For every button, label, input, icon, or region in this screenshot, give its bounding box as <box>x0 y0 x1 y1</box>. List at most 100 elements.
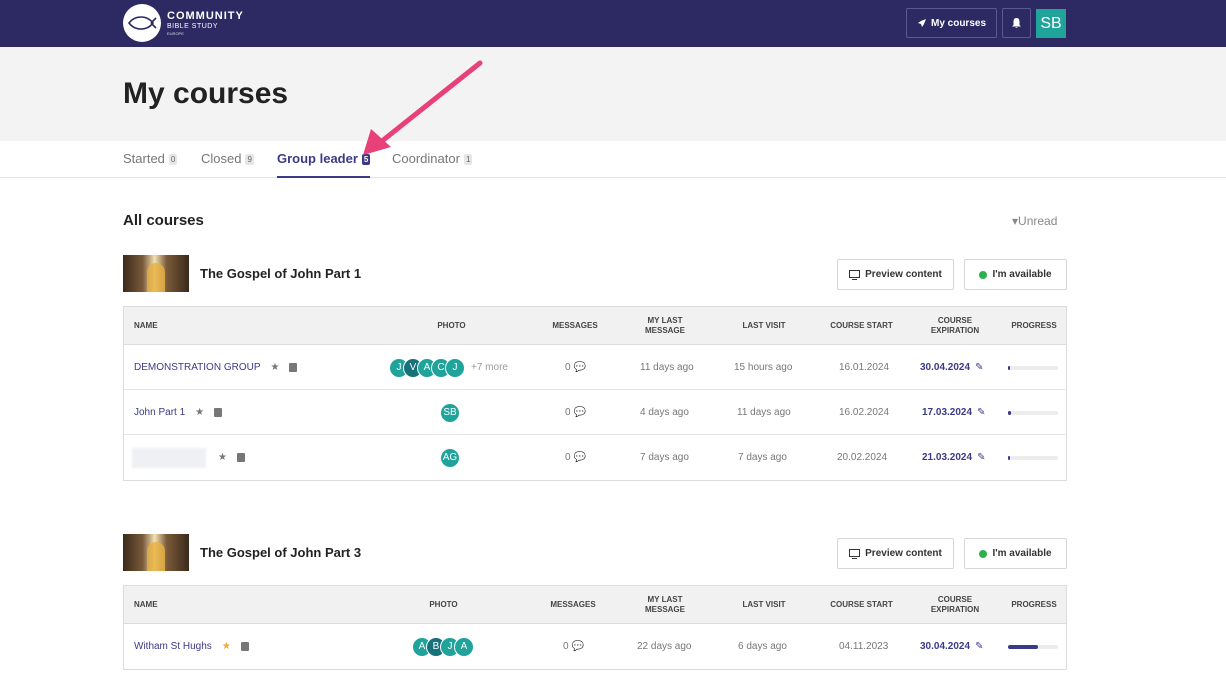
pencil-icon[interactable]: ✎ <box>975 362 983 373</box>
tab-count-badge: 0 <box>168 154 178 165</box>
progress-bar <box>1008 410 1058 415</box>
progress-bar <box>1008 644 1058 649</box>
messages-cell[interactable]: 0 💬 <box>563 624 584 669</box>
expiration-date: 30.04.2024 <box>920 641 971 652</box>
tab-started[interactable]: Started 0 <box>123 151 178 178</box>
progress-bar <box>1008 455 1058 460</box>
table-row: John Part 1 ★ SB 0 💬 4 days ago 11 days … <box>124 390 1066 435</box>
photo-cell: J V A C J +7 more <box>389 345 508 390</box>
group-name-link[interactable]: DEMONSTRATION GROUP <box>134 362 260 373</box>
table-row: Witham St Hughs ★ A B J A 0 💬 22 days ag… <box>124 624 1066 669</box>
col-progress: PROGRESS <box>1011 321 1057 330</box>
unread-filter-label: Unread <box>1018 214 1058 228</box>
course-header: The Gospel of John Part 1 Preview conten… <box>123 255 1067 293</box>
group-name-link[interactable]: John Part 1 <box>134 407 185 418</box>
course-title[interactable]: The Gospel of John Part 3 <box>200 545 361 560</box>
messages-cell[interactable]: 0 💬 <box>565 390 586 435</box>
preview-content-button[interactable]: Preview content <box>837 538 954 569</box>
bell-icon <box>1012 18 1021 28</box>
section-title: All courses <box>123 212 204 229</box>
progress-cell <box>1008 435 1058 480</box>
chat-icon: 💬 <box>573 362 587 373</box>
col-course-expiration: COURSE EXPIRATION <box>930 595 980 614</box>
avatar[interactable]: SB <box>440 402 460 423</box>
brand-logo[interactable]: COMMUNITY BIBLE STUDY EUROPE <box>123 4 244 42</box>
col-messages: MESSAGES <box>550 600 596 609</box>
groups-table: NAME PHOTO MESSAGES MY LAST MESSAGE LAST… <box>123 585 1067 670</box>
rocket-icon <box>917 19 926 27</box>
course-title[interactable]: The Gospel of John Part 1 <box>200 266 361 281</box>
my-last-message-cell: 11 days ago <box>640 362 694 373</box>
user-avatar[interactable]: SB <box>1036 9 1066 38</box>
chat-icon: 💬 <box>571 641 585 652</box>
my-courses-button[interactable]: My courses <box>906 8 997 38</box>
chat-icon: 💬 <box>573 452 587 463</box>
available-label: I'm available <box>992 548 1052 559</box>
col-progress: PROGRESS <box>1011 600 1057 609</box>
available-label: I'm available <box>992 269 1052 280</box>
groups-table: NAME PHOTO MESSAGES MY LAST MESSAGE LAST… <box>123 306 1067 481</box>
status-dot-icon <box>979 549 988 558</box>
preview-content-button[interactable]: Preview content <box>837 259 954 290</box>
course-thumbnail[interactable] <box>123 534 189 571</box>
photo-cell: SB <box>440 390 460 435</box>
available-button[interactable]: I'm available <box>964 538 1067 569</box>
last-visit-cell: 6 days ago <box>738 641 787 652</box>
table-row: DEMONSTRATION GROUP ★ J V A C J +7 more … <box>124 345 1066 390</box>
col-messages: MESSAGES <box>552 321 598 330</box>
avatar[interactable]: AG <box>440 447 460 468</box>
progress-cell <box>1008 345 1058 390</box>
redacted-name[interactable] <box>132 447 206 468</box>
my-last-message-cell: 22 days ago <box>637 641 692 652</box>
table-header: NAME PHOTO MESSAGES MY LAST MESSAGE LAST… <box>124 307 1066 345</box>
group-name-link[interactable]: Witham St Hughs <box>134 641 212 652</box>
top-navbar: COMMUNITY BIBLE STUDY EUROPE My courses … <box>0 0 1226 47</box>
progress-bar <box>1008 365 1058 370</box>
brand-line1: COMMUNITY <box>167 9 244 22</box>
table-header: NAME PHOTO MESSAGES MY LAST MESSAGE LAST… <box>124 586 1066 624</box>
pencil-icon[interactable]: ✎ <box>977 407 985 418</box>
course-tabs: Started 0 Closed 9 Group leader 5 Coordi… <box>0 141 1226 178</box>
expiration-cell: 30.04.2024 ✎ <box>920 624 983 669</box>
note-icon[interactable] <box>214 408 223 417</box>
progress-cell <box>1008 390 1058 435</box>
note-icon[interactable] <box>236 453 245 462</box>
last-visit-cell: 11 days ago <box>737 407 791 418</box>
expiration-cell: 17.03.2024 ✎ <box>922 390 985 435</box>
course-start-cell: 04.11.2023 <box>839 641 889 652</box>
name-cell: DEMONSTRATION GROUP ★ <box>134 345 298 390</box>
col-last-visit: LAST VISIT <box>742 600 786 609</box>
more-members[interactable]: +7 more <box>471 362 508 373</box>
star-icon[interactable]: ★ <box>195 407 204 418</box>
course-thumbnail[interactable] <box>123 255 189 292</box>
page-title: My courses <box>123 77 289 110</box>
star-icon[interactable]: ★ <box>222 641 231 652</box>
tab-label: Group leader <box>277 151 358 166</box>
pencil-icon[interactable]: ✎ <box>977 452 985 463</box>
course-header: The Gospel of John Part 3 Preview conten… <box>123 534 1067 572</box>
course-start-cell: 16.02.2024 <box>839 407 890 418</box>
name-cell: ★ <box>132 435 245 480</box>
star-icon[interactable]: ★ <box>270 362 279 373</box>
avatar[interactable]: A <box>454 636 474 657</box>
note-icon[interactable] <box>289 363 298 372</box>
notifications-button[interactable] <box>1002 8 1031 38</box>
name-cell: John Part 1 ★ <box>134 390 223 435</box>
message-count: 0 <box>563 641 569 652</box>
star-icon[interactable]: ★ <box>218 452 227 463</box>
monitor-icon <box>849 548 861 559</box>
messages-cell[interactable]: 0 💬 <box>565 435 586 480</box>
note-icon[interactable] <box>240 642 249 651</box>
avatar[interactable]: J <box>445 357 465 378</box>
col-photo: PHOTO <box>437 321 466 330</box>
name-cell: Witham St Hughs ★ <box>134 624 249 669</box>
expiration-date: 17.03.2024 <box>922 407 973 418</box>
pencil-icon[interactable]: ✎ <box>975 641 983 652</box>
available-button[interactable]: I'm available <box>964 259 1067 290</box>
monitor-icon <box>849 269 861 280</box>
col-photo: PHOTO <box>429 600 458 609</box>
messages-cell[interactable]: 0 💬 <box>565 345 586 390</box>
unread-filter[interactable]: ▾Unread <box>1012 214 1057 228</box>
tab-label: Closed <box>201 151 242 166</box>
tab-closed[interactable]: Closed 9 <box>201 151 254 178</box>
